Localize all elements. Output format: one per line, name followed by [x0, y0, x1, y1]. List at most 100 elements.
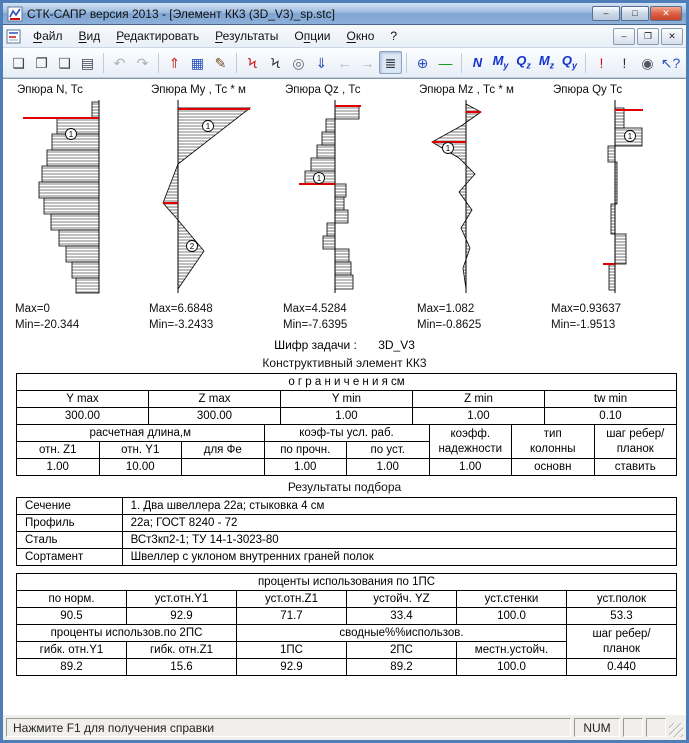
copy-scheme-button[interactable]: ❐ [30, 51, 53, 74]
title-bar: СТК-САПР версия 2013 - [Элемент КК3 (3D_… [3, 3, 686, 25]
redo-button: ↷ [131, 51, 154, 74]
table-cell: проценты использов.по 2ПС [17, 625, 237, 642]
menu-view[interactable]: Вид [71, 26, 109, 46]
mdi-document-icon[interactable] [6, 29, 21, 44]
mdi-close-button[interactable]: ✕ [661, 28, 683, 45]
resize-grip[interactable] [669, 723, 683, 737]
table-cell: тип колонны [512, 425, 595, 459]
close-button[interactable]: ✕ [650, 6, 682, 21]
task-code-label: Шифр задачи : [274, 338, 357, 352]
task-code-line: Шифр задачи : 3D_V3 [3, 338, 686, 352]
force-n-button[interactable]: N [466, 51, 489, 74]
maximize-icon: □ [632, 9, 637, 18]
table-cell: по уст. [347, 442, 430, 459]
table-cell: гибк. отн.Z1 [127, 642, 237, 659]
close-icon: ✕ [662, 9, 670, 18]
menu-help[interactable]: ? [382, 26, 405, 46]
paste-scheme-button[interactable]: ❑ [53, 51, 76, 74]
menu-edit[interactable]: Редактировать [108, 26, 207, 46]
diagram-title: Эпюра Mz , Тс * м [419, 84, 545, 96]
zoom-button[interactable]: ⊕ [411, 51, 434, 74]
menu-file[interactable]: Файл [25, 26, 71, 46]
diagram-max: Max=0.93637 [551, 301, 679, 317]
table-cell: уст.отн.Z1 [237, 591, 347, 608]
section-line-button[interactable]: ― [434, 51, 457, 74]
diagram-my: Эпюра My , Тс * м12Max=6.6848Min=-3.2433 [143, 82, 277, 333]
error-list-button[interactable]: ! [590, 51, 613, 74]
diagram-canvas: 1 [9, 96, 139, 296]
calc-first-button[interactable]: Ϟ [241, 51, 264, 74]
diagram-min: Min=-1.9513 [551, 317, 679, 333]
toolbar-separator [236, 53, 237, 73]
svg-text:2: 2 [190, 242, 195, 251]
table-cell: Z min [413, 391, 545, 408]
table-cell: 89.2 [347, 659, 457, 676]
diagrams-toggle-button[interactable]: ≣ [379, 51, 402, 74]
diagram-min: Min=-7.6395 [283, 317, 411, 333]
mdi-restore-icon: ❐ [644, 31, 652, 42]
force-my-button[interactable]: My [489, 51, 512, 74]
force-qy-button[interactable]: Qy [558, 51, 581, 74]
snapshot-button[interactable]: ◉ [636, 51, 659, 74]
element-up-button[interactable]: ⇑ [163, 51, 186, 74]
table-cell: основн [512, 459, 595, 476]
diagram-n: Эпюра N, Тс1Max=0Min=-20.344 [9, 82, 143, 333]
table-cell: шаг ребер/ планок [594, 425, 677, 459]
notes-button[interactable]: ! [613, 51, 636, 74]
svg-text:1: 1 [206, 122, 211, 131]
menu-options[interactable]: Опции [286, 26, 338, 46]
table-cell: 100.0 [457, 608, 567, 625]
table-cell: 1.00 [413, 408, 545, 425]
table-cell: 0.440 [567, 659, 677, 676]
status-panel [623, 718, 643, 737]
menu-window[interactable]: Окно [339, 26, 383, 46]
diagram-max: Max=4.5284 [283, 301, 411, 317]
table-cell: 71.7 [237, 608, 347, 625]
status-panel [646, 718, 666, 737]
table-cell: о г р а н и ч е н и я см [17, 374, 677, 391]
table-cell: tw min [545, 391, 677, 408]
menu-results[interactable]: Результаты [207, 26, 286, 46]
mdi-restore-button[interactable]: ❐ [637, 28, 659, 45]
table-cell: по прочн. [264, 442, 347, 459]
mdi-close-icon: ✕ [668, 31, 676, 42]
view-results-button[interactable]: ◎ [287, 51, 310, 74]
window-controls: – □ ✕ [592, 6, 682, 21]
app-icon[interactable] [7, 6, 23, 22]
minimize-icon: – [603, 9, 608, 18]
diagrams-row: Эпюра N, Тс1Max=0Min=-20.344Эпюра My , Т… [3, 82, 686, 333]
svg-text:1: 1 [628, 132, 633, 141]
table-cell: ВСт3кп2-1; ТУ 14-1-3023-80 [122, 532, 676, 549]
minimize-button[interactable]: – [592, 6, 620, 21]
diagram-max: Max=0 [15, 301, 143, 317]
diagram-canvas: 12 [143, 96, 273, 296]
force-qz-button[interactable]: Qz [512, 51, 535, 74]
table-cell: 92.9 [237, 659, 347, 676]
diagram-min: Min=-0.8625 [417, 317, 545, 333]
table-cell: Сечение [17, 498, 123, 515]
mdi-minimize-button[interactable]: – [613, 28, 635, 45]
results-title: Результаты подбора [3, 476, 686, 497]
context-help-button[interactable]: ↖? [659, 51, 682, 74]
table-cell: Сталь [17, 532, 123, 549]
edit-element-button[interactable]: ✎ [209, 51, 232, 74]
new-file-button[interactable]: ❏ [7, 51, 30, 74]
task-code-value: 3D_V3 [378, 338, 415, 352]
mdi-window-controls: – ❐ ✕ [613, 28, 683, 45]
diagram-canvas: 1 [411, 96, 541, 296]
prev-element-button: ← [333, 51, 356, 74]
table-cell: Y min [281, 391, 413, 408]
toolbar-separator [103, 53, 104, 73]
table-cell: 1.00 [429, 459, 512, 476]
force-mz-button[interactable]: Mz [535, 51, 558, 74]
table-cell: Z max [149, 391, 281, 408]
calc-second-button[interactable]: Ϟ [264, 51, 287, 74]
element-scheme-button[interactable]: ▦ [186, 51, 209, 74]
next-element-button: → [356, 51, 379, 74]
maximize-button[interactable]: □ [621, 6, 649, 21]
load-results-button[interactable]: ⇓ [310, 51, 333, 74]
print-button[interactable]: ▤ [76, 51, 99, 74]
svg-text:1: 1 [69, 130, 74, 139]
toolbar-separator [158, 53, 159, 73]
table-cell: 22а; ГОСТ 8240 - 72 [122, 515, 676, 532]
